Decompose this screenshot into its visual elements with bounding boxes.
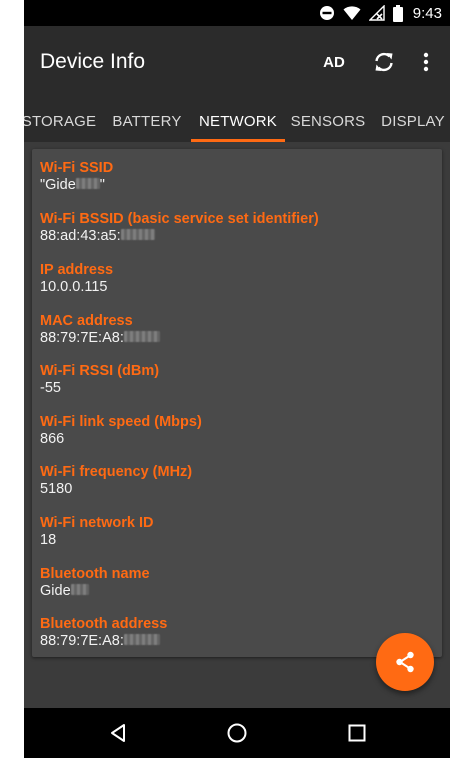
more-vert-icon [423,52,429,72]
share-icon [396,651,414,673]
info-value-text: 88:79:7E:A8: [40,330,124,346]
info-label: Wi-Fi RSSI (dBm) [40,363,160,379]
info-label: IP address [40,262,114,278]
info-item-wifi-network-id: Wi-Fi network ID 18 [40,515,435,549]
recents-button[interactable] [342,718,372,748]
info-item-wifi-frequency: Wi-Fi frequency (MHz) 5180 [40,464,435,498]
back-button[interactable] [103,718,133,748]
ad-button[interactable]: AD [316,44,352,80]
device-screen: 9:43 Device Info AD STORAGE BATTERY NETW… [24,0,450,758]
info-value: -55 [40,380,61,396]
wifi-icon [343,5,361,20]
no-signal-icon [368,5,385,21]
battery-icon [392,4,403,22]
info-item-wifi-ssid: Wi-Fi SSID "Gide " [40,160,435,194]
active-tab-indicator [191,139,285,142]
info-item-bluetooth-name: Bluetooth name Gide [40,566,435,600]
info-item-ip-address: IP address 10.0.0.115 [40,262,435,296]
status-icons: 9:43 [319,3,442,23]
tab-storage[interactable]: STORAGE [24,100,96,142]
page-title: Device Info [40,50,146,73]
info-item-wifi-rssi: Wi-Fi RSSI (dBm) -55 [40,363,435,397]
info-value-text: Gide [40,583,71,599]
redacted-text [120,229,155,241]
info-label: Wi-Fi frequency (MHz) [40,464,193,480]
network-info-card: Wi-Fi SSID "Gide " Wi-Fi BSSID (basic ser… [32,149,442,657]
redacted-text [70,584,89,596]
redacted-text [123,331,160,343]
info-item-mac-address: MAC address 88:79:7E:A8: [40,313,435,347]
info-item-wifi-link-speed: Wi-Fi link speed (Mbps) 866 [40,414,435,448]
recents-icon [348,724,366,742]
info-value-text: 88:ad:43:a5: [40,228,121,244]
info-value-text: "Gide [40,177,76,193]
info-label: Bluetooth name [40,566,150,582]
info-value: 10.0.0.115 [40,279,108,295]
navigation-bar [24,708,450,758]
info-item-wifi-bssid: Wi-Fi BSSID (basic service set identifie… [40,211,435,245]
tab-bar: STORAGE BATTERY NETWORK SENSORS DISPLAY [24,100,450,142]
info-value: 866 [40,431,65,447]
info-value: Gide [40,583,435,600]
info-value: 88:79:7E:A8: [40,633,435,650]
home-icon [227,723,247,743]
info-label: MAC address [40,313,133,329]
info-label: Bluetooth address [40,616,168,632]
info-value: "Gide " [40,177,435,194]
info-value-suffix: " [99,177,105,193]
refresh-icon [375,52,393,72]
more-options-button[interactable] [412,44,440,80]
refresh-button[interactable] [366,44,402,80]
tab-sensors[interactable]: SENSORS [288,100,368,142]
app-toolbar: Device Info AD [24,26,450,100]
tab-battery[interactable]: BATTERY [107,100,187,142]
share-button[interactable] [376,633,434,691]
clock: 9:43 [412,4,442,22]
redacted-text [123,634,160,646]
info-label: Wi-Fi BSSID (basic service set identifie… [40,211,319,227]
tab-display[interactable]: DISPLAY [376,100,450,142]
info-value: 88:ad:43:a5: [40,228,435,245]
info-value: 88:79:7E:A8: [40,330,435,347]
redacted-text [75,178,100,190]
do-not-disturb-icon [319,6,334,20]
info-label: Wi-Fi SSID [40,160,114,176]
tab-network[interactable]: NETWORK [191,100,285,142]
info-value: 5180 [40,481,73,497]
home-button[interactable] [222,718,252,748]
info-item-bluetooth-address: Bluetooth address 88:79:7E:A8: [40,616,435,650]
info-label: Wi-Fi link speed (Mbps) [40,414,202,430]
info-value-text: 88:79:7E:A8: [40,633,124,649]
info-label: Wi-Fi network ID [40,515,154,531]
info-value: 18 [40,532,57,548]
status-bar: 9:43 [24,0,450,26]
back-icon [111,724,125,742]
